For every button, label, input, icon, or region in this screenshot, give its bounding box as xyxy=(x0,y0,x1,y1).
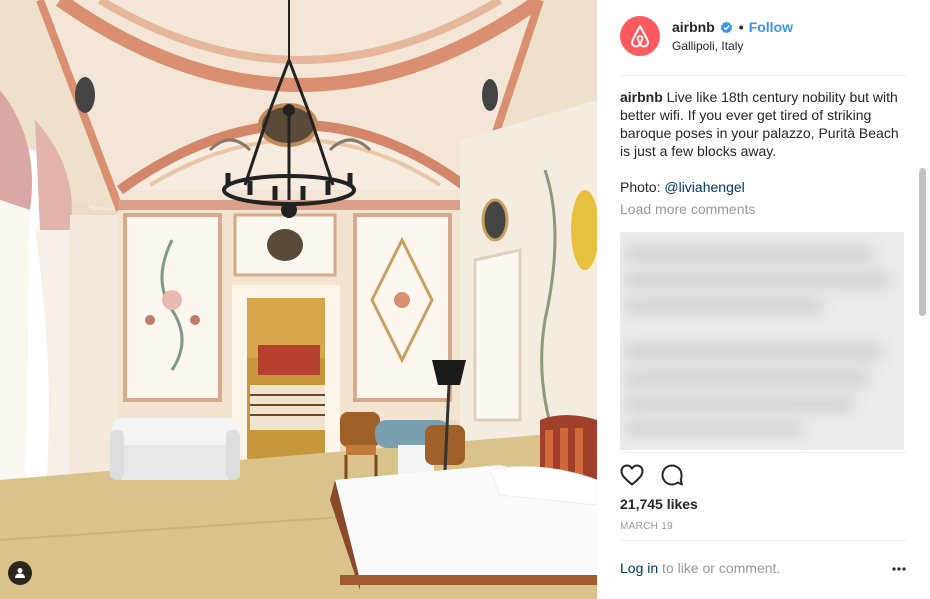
post-header: airbnb • Follow Gallipoli, Italy xyxy=(597,0,930,75)
load-more-comments-button[interactable]: Load more comments xyxy=(620,200,917,218)
login-prompt-text: to like or comment. xyxy=(658,560,781,576)
post-actions xyxy=(619,461,699,489)
post-photo[interactable] xyxy=(0,0,597,599)
comment-button[interactable] xyxy=(659,462,685,488)
airbnb-logo-icon xyxy=(631,25,649,48)
post-details-panel: airbnb • Follow Gallipoli, Italy airbnb … xyxy=(597,0,930,599)
divider xyxy=(620,75,907,76)
photo-credit: Photo: @liviahengel xyxy=(620,178,917,196)
login-prompt: Log in to like or comment. xyxy=(620,560,780,576)
post-date[interactable]: MARCH 19 xyxy=(620,521,673,532)
like-button[interactable] xyxy=(619,462,645,488)
comments-scrollbar[interactable] xyxy=(919,88,927,450)
blurred-comments xyxy=(620,232,904,450)
comment-bubble-icon xyxy=(661,464,683,486)
scrollbar-thumb[interactable] xyxy=(919,168,926,316)
heart-icon xyxy=(620,464,644,486)
more-options-icon xyxy=(892,567,906,571)
palazzo-bedroom-image xyxy=(0,0,597,599)
separator-dot: • xyxy=(738,19,744,35)
user-tag-button[interactable] xyxy=(8,561,32,585)
username-link[interactable]: airbnb xyxy=(672,19,715,35)
caption-text: Live like 18th century nobility but with… xyxy=(620,89,903,159)
divider xyxy=(620,452,907,453)
user-line: airbnb • Follow xyxy=(672,18,793,36)
comments-area: airbnb Live like 18th century nobility b… xyxy=(620,88,917,450)
more-options-button[interactable] xyxy=(890,560,908,578)
location-link[interactable]: Gallipoli, Italy xyxy=(672,39,743,53)
follow-button[interactable]: Follow xyxy=(749,19,793,35)
avatar[interactable] xyxy=(620,16,660,56)
caption: airbnb Live like 18th century nobility b… xyxy=(620,88,900,160)
photo-credit-prefix: Photo: xyxy=(620,179,665,195)
caption-username[interactable]: airbnb xyxy=(620,89,663,105)
verified-badge-icon xyxy=(720,21,733,34)
photographer-mention[interactable]: @liviahengel xyxy=(664,179,744,195)
likes-count[interactable]: 21,745 likes xyxy=(620,496,698,512)
divider xyxy=(620,540,907,541)
login-link[interactable]: Log in xyxy=(620,560,658,576)
user-tag-icon xyxy=(15,568,25,578)
